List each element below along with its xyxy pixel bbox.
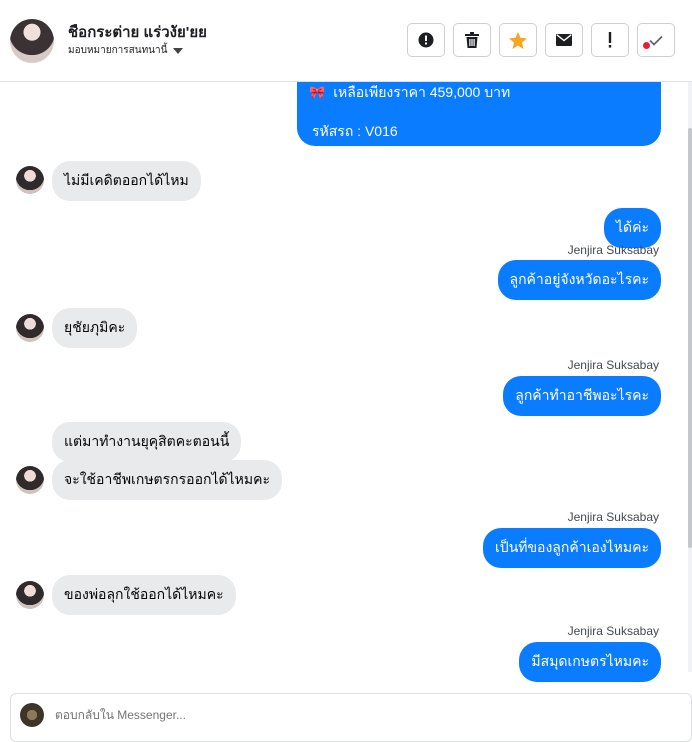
assign-label: มอบหมายการสนทนานี้ [68, 45, 168, 56]
notification-dot [643, 42, 650, 49]
product-message-bubble: 🎀 เหลือเพียงราคา 459,000 บาท รหัสรถ : V0… [297, 82, 661, 146]
price-text: เหลือเพียงราคา 459,000 บาท [333, 84, 511, 100]
reply-composer [10, 693, 692, 742]
incoming-message: ของพ่อลุกใช้ออกได้ไหมคะ [52, 575, 236, 615]
outgoing-message: เป็นที่ของลูกค้าเองไหมคะ [483, 528, 661, 568]
price-line: 🎀 เหลือเพียงราคา 459,000 บาท [309, 82, 510, 104]
star-button[interactable] [499, 23, 537, 57]
outgoing-message: ได้ค่ะ [603, 208, 661, 248]
exclamation-icon [608, 32, 612, 48]
outgoing-message: ลูกค้าทำอาชีพอะไรคะ [503, 376, 661, 416]
trash-icon [465, 32, 479, 48]
contact-avatar [16, 314, 44, 342]
mark-spam-button[interactable] [407, 23, 445, 57]
sender-name: Jenjira Suksabay [567, 358, 659, 372]
contact-avatar [16, 466, 44, 494]
outgoing-message: ลูกค้าอยู่จังหวัดอะไรคะ [497, 260, 661, 300]
incoming-message: ยุชัยภุมิคะ [52, 308, 138, 348]
envelope-icon [556, 34, 572, 46]
sender-name: Jenjira Suksabay [567, 243, 659, 257]
ribbon-icon: 🎀 [309, 85, 326, 100]
code-text: รหัสรถ : V016 [312, 123, 398, 139]
alert-circle-icon [418, 32, 434, 48]
reply-input[interactable] [55, 708, 355, 722]
message-thread[interactable]: 🎀 เหลือเพียงราคา 459,000 บาท รหัสรถ : V0… [0, 82, 692, 684]
outgoing-message: มีสมุดเกษตรไหมคะ [519, 642, 661, 682]
contact-avatar [16, 581, 44, 609]
incoming-message: แต่มาทำงานยุคุสิตคะตอนนี้ [52, 422, 242, 462]
delete-button[interactable] [453, 23, 491, 57]
incoming-message: ไม่มีเคดิตออกได้ไหม [52, 161, 201, 201]
contact-avatar [16, 166, 44, 194]
mark-done-button[interactable] [637, 23, 675, 57]
sender-name: Jenjira Suksabay [567, 624, 659, 638]
star-icon [509, 31, 527, 49]
sender-name: Jenjira Suksabay [567, 510, 659, 524]
conversation-header: ชือกระต่าย แร่วงัย'ยย มอบหมายการสนทนานี้ [0, 0, 692, 82]
contact-name[interactable]: ชือกระต่าย แร่วงัย'ยย [68, 20, 207, 44]
incoming-message: จะใช้อาชีพเกษตรกรออกได้ไหมคะ [52, 460, 282, 500]
assign-conversation-dropdown[interactable]: มอบหมายการสนทนานี้ [68, 43, 184, 58]
mark-unread-button[interactable] [545, 23, 583, 57]
check-icon [649, 35, 663, 46]
scrollbar-thumb[interactable] [688, 128, 692, 548]
contact-avatar[interactable] [10, 19, 54, 63]
conversation-toolbar [407, 23, 675, 57]
page-avatar [20, 703, 44, 727]
caret-down-icon [173, 47, 184, 54]
follow-up-button[interactable] [591, 23, 629, 57]
